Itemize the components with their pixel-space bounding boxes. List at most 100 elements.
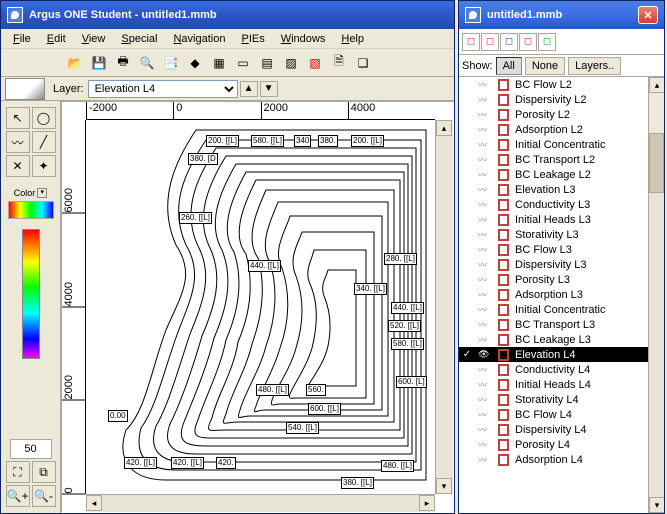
layer-visibility-icon[interactable]: 〰 bbox=[478, 318, 492, 331]
layer-visibility-icon[interactable]: 〰 bbox=[478, 288, 492, 301]
layer-item[interactable]: 〰Porosity L3 bbox=[459, 272, 648, 287]
contour-label[interactable]: 520. [[L] bbox=[388, 320, 421, 332]
layers-scroll-down-icon[interactable]: ▾ bbox=[649, 497, 664, 513]
layer-item[interactable]: 〰Initial Concentratic bbox=[459, 137, 648, 152]
lyr-btn1-icon[interactable]: ◻ bbox=[462, 33, 480, 51]
layers-scroll-thumb[interactable] bbox=[649, 133, 664, 193]
layer-visibility-icon[interactable]: 〰 bbox=[478, 78, 492, 91]
tb-red-icon[interactable]: ▧ bbox=[304, 52, 326, 74]
layer-item[interactable]: 〰BC Leakage L3 bbox=[459, 332, 648, 347]
layer-item[interactable]: 〰Adsorption L3 bbox=[459, 287, 648, 302]
lyr-btn5-icon[interactable]: ◻ bbox=[538, 33, 556, 51]
tb-layers-icon[interactable]: 📑 bbox=[160, 52, 182, 74]
color-dropdown-icon[interactable]: ▾ bbox=[37, 188, 47, 198]
tb-doc-icon[interactable]: 🗎 bbox=[328, 52, 350, 74]
layer-item[interactable]: 〰Dispersivity L4 bbox=[459, 422, 648, 437]
layer-item[interactable]: 〰Adsorption L2 bbox=[459, 122, 648, 137]
tb-box-icon[interactable]: ▭ bbox=[232, 52, 254, 74]
tb-stack-icon[interactable]: ◆ bbox=[184, 52, 206, 74]
lyr-btn3-icon[interactable]: ◻ bbox=[500, 33, 518, 51]
scroll-left-icon[interactable]: ◂ bbox=[86, 495, 102, 511]
layer-visibility-icon[interactable]: 〰 bbox=[478, 333, 492, 346]
layer-item[interactable]: 〰Storativity L4 bbox=[459, 392, 648, 407]
menu-help[interactable]: Help bbox=[333, 31, 372, 47]
layer-item[interactable]: 〰Adsorption L4 bbox=[459, 452, 648, 467]
layers-button[interactable]: Layers.. bbox=[568, 57, 621, 75]
contour-label[interactable]: 0.00 bbox=[108, 410, 128, 422]
layer-select[interactable]: Elevation L4 bbox=[88, 80, 238, 98]
layer-item[interactable]: 〰Conductivity L3 bbox=[459, 197, 648, 212]
lyr-btn4-icon[interactable]: ◻ bbox=[519, 33, 537, 51]
layer-visibility-icon[interactable]: 〰 bbox=[478, 108, 492, 121]
contour-label[interactable]: 480. [[L] bbox=[381, 460, 414, 472]
tb-line-icon[interactable]: ▨ bbox=[280, 52, 302, 74]
tb-grid-icon[interactable]: ▤ bbox=[256, 52, 278, 74]
layer-visibility-icon[interactable]: 〰 bbox=[478, 438, 492, 451]
tool-zoomarea-icon[interactable]: ⧉ bbox=[32, 461, 56, 483]
map-canvas[interactable]: 200. [[L]580. [[L]340380.200. [[L]380. [… bbox=[86, 120, 435, 494]
contour-label[interactable]: 380. [D bbox=[188, 153, 218, 165]
layer-item[interactable]: 〰Initial Heads L3 bbox=[459, 212, 648, 227]
layer-visibility-icon[interactable]: 👁 bbox=[478, 349, 492, 360]
layer-down-icon[interactable]: ▼ bbox=[260, 81, 278, 97]
layer-visibility-icon[interactable]: 〰 bbox=[478, 153, 492, 166]
contour-label[interactable]: 280. [[L] bbox=[384, 253, 417, 265]
layer-visibility-icon[interactable]: 〰 bbox=[478, 273, 492, 286]
layer-visibility-icon[interactable]: 〰 bbox=[478, 198, 492, 211]
layer-visibility-icon[interactable]: 〰 bbox=[478, 363, 492, 376]
layer-item[interactable]: 〰BC Leakage L2 bbox=[459, 167, 648, 182]
tool-zoomfit-icon[interactable]: ⛶ bbox=[6, 461, 30, 483]
menu-navigation[interactable]: Navigation bbox=[165, 31, 233, 47]
layer-visibility-icon[interactable]: 〰 bbox=[478, 123, 492, 136]
layer-up-icon[interactable]: ▲ bbox=[240, 81, 258, 97]
layers-scrollbar[interactable]: ▴ ▾ bbox=[648, 77, 664, 513]
layer-item[interactable]: 〰Porosity L4 bbox=[459, 437, 648, 452]
zoom-input[interactable] bbox=[10, 439, 52, 459]
layer-visibility-icon[interactable]: 〰 bbox=[478, 183, 492, 196]
layer-visibility-icon[interactable]: 〰 bbox=[478, 228, 492, 241]
show-none-button[interactable]: None bbox=[525, 57, 565, 75]
layer-visibility-icon[interactable]: 〰 bbox=[478, 408, 492, 421]
tool-node-icon[interactable]: ✕ bbox=[6, 155, 30, 177]
layers-scroll-up-icon[interactable]: ▴ bbox=[649, 77, 664, 93]
contour-label[interactable]: 200. [[L] bbox=[206, 135, 239, 147]
tool-zoomin-icon[interactable]: 🔍+ bbox=[6, 485, 30, 507]
layer-item[interactable]: 〰Storativity L3 bbox=[459, 227, 648, 242]
layer-item[interactable]: 〰BC Flow L4 bbox=[459, 407, 648, 422]
color-strip[interactable] bbox=[22, 229, 40, 359]
tool-point-icon[interactable]: ✦ bbox=[32, 155, 56, 177]
layer-visibility-icon[interactable]: 〰 bbox=[478, 213, 492, 226]
layer-visibility-icon[interactable]: 〰 bbox=[478, 453, 492, 466]
layer-item[interactable]: 〰Initial Concentratic bbox=[459, 302, 648, 317]
contour-label[interactable]: 440. [[L] bbox=[248, 260, 281, 272]
tb-find-icon[interactable]: 🔍 bbox=[136, 52, 158, 74]
layer-item[interactable]: 〰Elevation L3 bbox=[459, 182, 648, 197]
tb-open-icon[interactable]: 📂 bbox=[64, 52, 86, 74]
layer-visibility-icon[interactable]: 〰 bbox=[478, 303, 492, 316]
layer-visibility-icon[interactable]: 〰 bbox=[478, 393, 492, 406]
contour-label[interactable]: 540. [[L] bbox=[286, 422, 319, 434]
layer-visibility-icon[interactable]: 〰 bbox=[478, 93, 492, 106]
contour-label[interactable]: 580. [[L] bbox=[251, 135, 284, 147]
contour-label[interactable]: 340. [[L] bbox=[354, 283, 387, 295]
menu-pies[interactable]: PIEs bbox=[233, 31, 272, 47]
contour-label[interactable]: 380. bbox=[318, 135, 338, 147]
tb-save-icon[interactable]: 💾 bbox=[88, 52, 110, 74]
layer-item[interactable]: 〰BC Flow L2 bbox=[459, 77, 648, 92]
contour-label[interactable]: 200. [[L] bbox=[351, 135, 384, 147]
contour-label[interactable]: 420. bbox=[216, 457, 236, 469]
scroll-right-icon[interactable]: ▸ bbox=[419, 495, 435, 511]
layer-item[interactable]: ✓👁Elevation L4 bbox=[459, 347, 648, 362]
layer-item[interactable]: 〰Porosity L2 bbox=[459, 107, 648, 122]
layer-visibility-icon[interactable]: 〰 bbox=[478, 423, 492, 436]
contour-label[interactable]: 380. [[L] bbox=[341, 477, 374, 489]
tool-zoomout-icon[interactable]: 🔍- bbox=[32, 485, 56, 507]
layer-item[interactable]: 〰Dispersivity L3 bbox=[459, 257, 648, 272]
tool-contour-icon[interactable]: 〰 bbox=[6, 131, 30, 153]
tb-cube-icon[interactable]: ▦ bbox=[208, 52, 230, 74]
layer-item[interactable]: 〰Conductivity L4 bbox=[459, 362, 648, 377]
layer-visibility-icon[interactable]: 〰 bbox=[478, 243, 492, 256]
layer-visibility-icon[interactable]: 〰 bbox=[478, 258, 492, 271]
contour-label[interactable]: 440. [[L] bbox=[391, 302, 424, 314]
show-all-button[interactable]: All bbox=[496, 57, 522, 75]
